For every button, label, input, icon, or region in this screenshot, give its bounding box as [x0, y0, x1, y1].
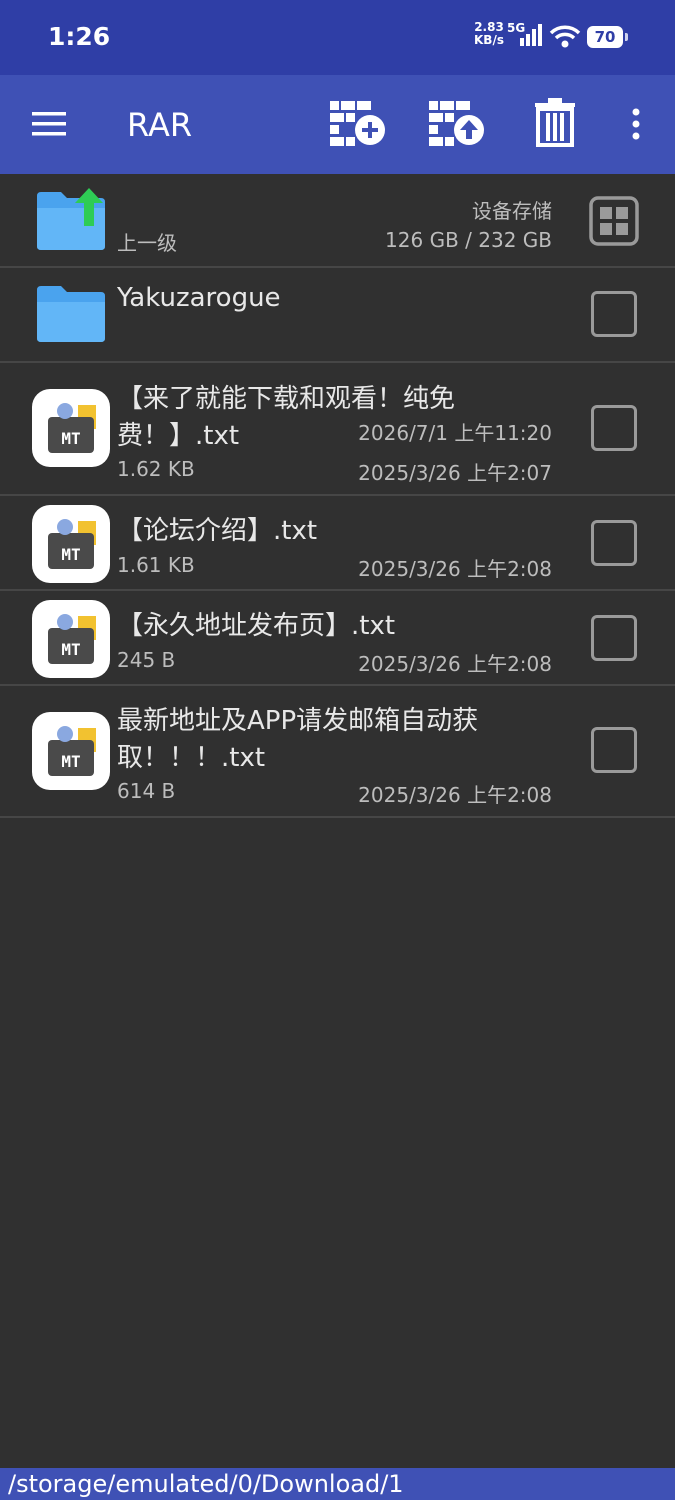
file-name: 【论坛介绍】.txt — [117, 516, 318, 546]
net-speed: 2.83 KB/s — [474, 21, 504, 47]
net-speed-unit: KB/s — [474, 33, 504, 47]
file-name-line2: 取！！！.txt — [117, 743, 266, 773]
wifi-icon — [549, 25, 581, 48]
storage-usage: 126 GB / 232 GB — [385, 228, 552, 252]
file-name-line1: 【来了就能下载和观看！纯免 — [117, 384, 456, 414]
file-date: 2025/3/26 上午2:07 — [358, 461, 552, 485]
archive-add-icon[interactable] — [328, 97, 388, 149]
file-name-line2: 费！】.txt — [117, 421, 240, 451]
file-name: 【永久地址发布页】.txt — [117, 611, 396, 641]
list-item-file[interactable]: MT 【来了就能下载和观看！纯免 费！】.txt 1.62 KB 2025/3/… — [0, 363, 675, 496]
file-name: Yakuzarogue — [117, 283, 281, 313]
folder-up-icon — [37, 188, 105, 250]
storage-name: 设备存储 — [472, 199, 552, 223]
mt-label: MT — [61, 545, 80, 564]
mt-label: MT — [61, 640, 80, 659]
mt-text-file-icon: MT — [32, 505, 110, 583]
file-date: 2025/3/26 上午2:08 — [358, 783, 552, 807]
status-bar: 1:26 2.83 KB/s 5G 70 — [0, 0, 675, 75]
current-path: /storage/emulated/0/Download/1 — [0, 1468, 675, 1500]
file-size: 614 B — [117, 779, 176, 803]
archive-extract-icon[interactable] — [427, 97, 487, 149]
mt-text-file-icon: MT — [32, 389, 110, 467]
status-time: 1:26 — [48, 22, 111, 51]
list-item-parent[interactable]: 上一级 设备存储 126 GB / 232 GB — [0, 174, 675, 268]
file-size: 245 B — [117, 648, 176, 672]
parent-label: 上一级 — [117, 231, 177, 255]
list-item-file[interactable]: MT 【永久地址发布页】.txt 245 B 2025/3/26 上午2:08 — [0, 591, 675, 686]
file-name-line1: 最新地址及APP请发邮箱自动获 — [117, 706, 479, 736]
toolbar-title: RAR — [127, 106, 193, 144]
file-date: 2025/3/26 上午2:08 — [358, 652, 552, 676]
select-checkbox[interactable] — [591, 727, 637, 773]
grid-view-icon[interactable] — [589, 196, 639, 246]
select-checkbox[interactable] — [591, 615, 637, 661]
battery-indicator: 70 — [587, 26, 628, 48]
mt-text-file-icon: MT — [32, 600, 110, 678]
delete-icon[interactable] — [533, 97, 577, 149]
list-item-folder[interactable]: Yakuzarogue 2026/7/1 上午11:20 — [0, 268, 675, 445]
menu-icon[interactable] — [30, 109, 68, 139]
toolbar: RAR — [0, 75, 675, 174]
file-size: 1.62 KB — [117, 457, 195, 481]
more-vert-icon[interactable] — [626, 108, 646, 142]
list-item-file[interactable]: MT 最新地址及APP请发邮箱自动获 取！！！.txt 614 B 2025/3… — [0, 686, 675, 818]
mt-label: MT — [61, 429, 80, 448]
select-checkbox[interactable] — [591, 291, 637, 337]
signal-icon — [520, 24, 542, 46]
mt-text-file-icon: MT — [32, 712, 110, 790]
folder-icon — [37, 286, 105, 342]
file-size: 1.61 KB — [117, 553, 195, 577]
select-checkbox[interactable] — [591, 405, 637, 451]
mt-label: MT — [61, 752, 80, 771]
list-item-file[interactable]: MT 【论坛介绍】.txt 1.61 KB 2025/3/26 上午2:08 — [0, 496, 675, 591]
file-list: 上一级 设备存储 126 GB / 232 GB Yakuzarogue 202… — [0, 174, 675, 818]
select-checkbox[interactable] — [591, 520, 637, 566]
file-date: 2025/3/26 上午2:08 — [358, 557, 552, 581]
